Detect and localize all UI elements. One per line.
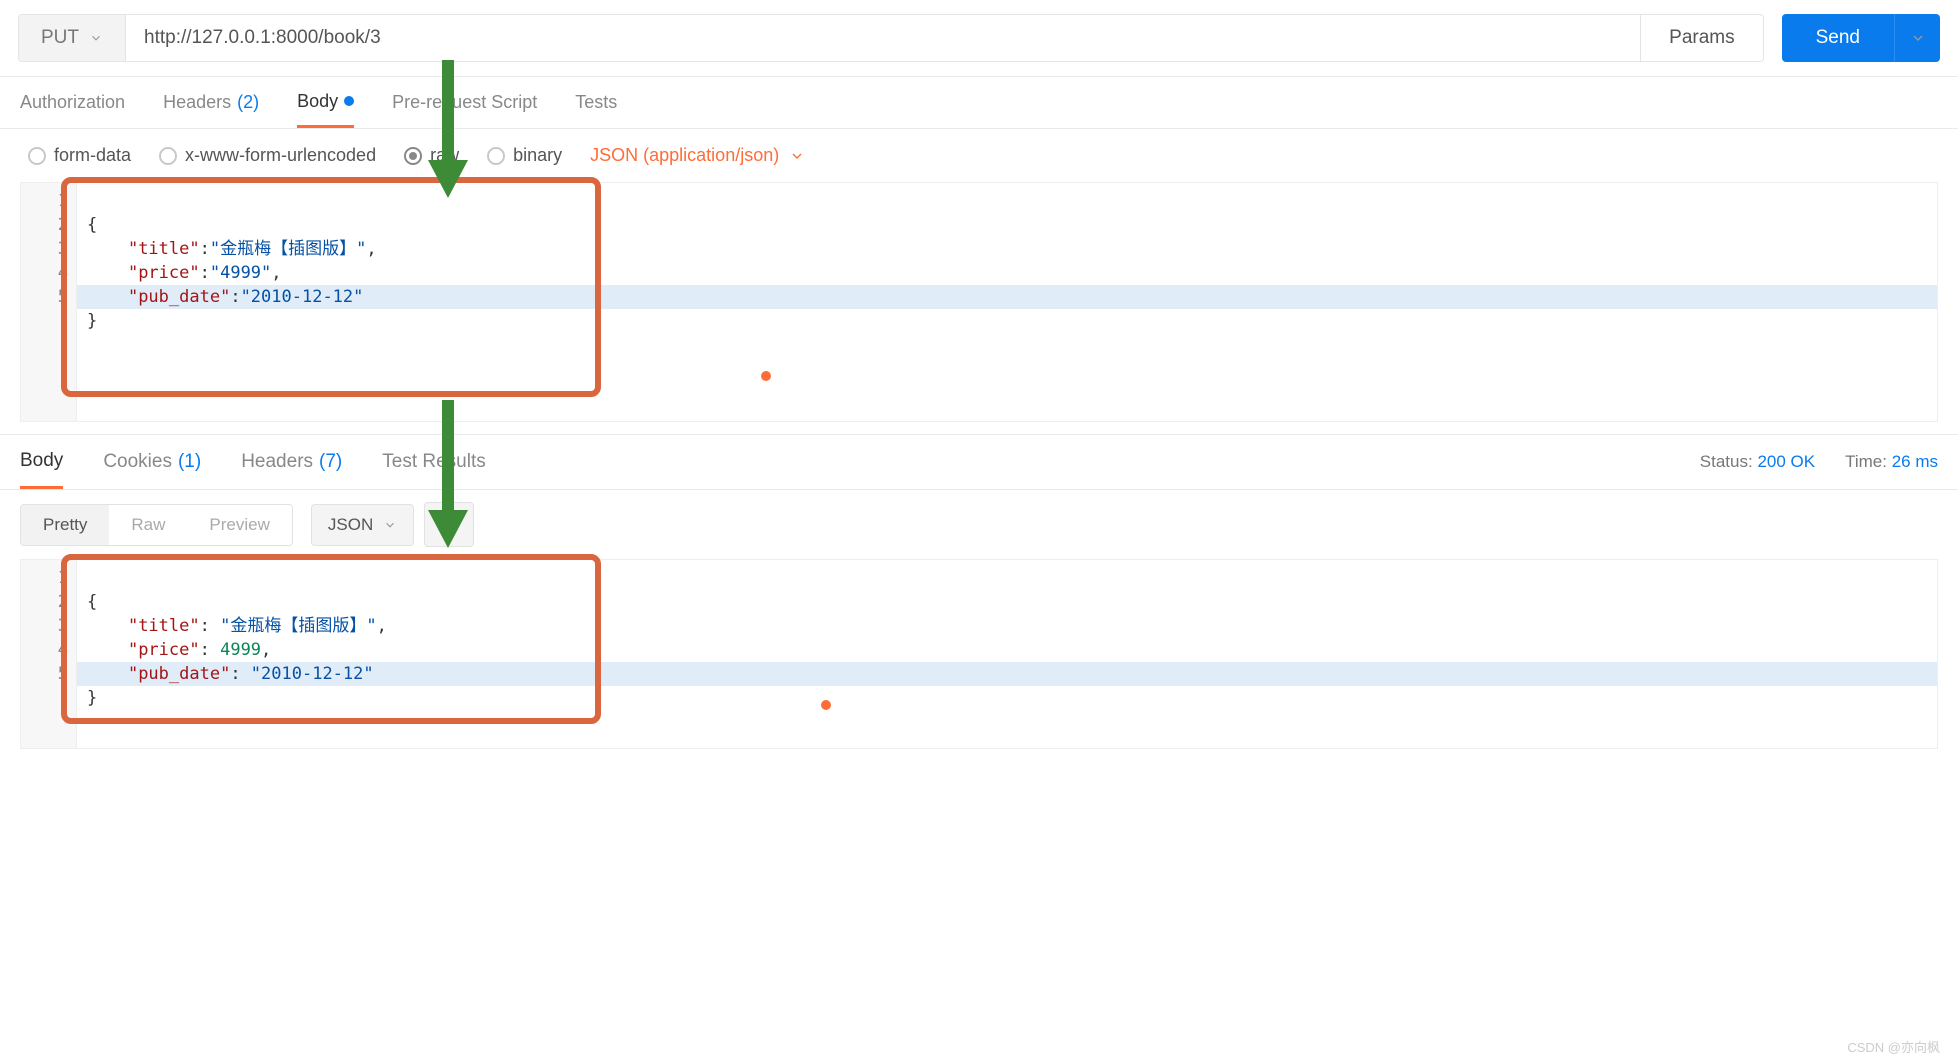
chevron-down-icon [1910, 30, 1926, 46]
tab-headers-label: Headers [163, 92, 231, 113]
radio-raw[interactable]: raw [404, 145, 459, 166]
view-raw[interactable]: Raw [109, 505, 187, 545]
radio-icon [28, 147, 46, 165]
annotation-dot-icon [761, 371, 771, 381]
send-dropdown-button[interactable] [1894, 14, 1940, 62]
radio-binary[interactable]: binary [487, 145, 562, 166]
time-value: 26 ms [1892, 452, 1938, 471]
http-method-select[interactable]: PUT [18, 14, 126, 62]
wrap-lines-button[interactable] [424, 502, 474, 547]
radio-icon [404, 147, 422, 165]
content-type-label: JSON (application/json) [590, 145, 779, 166]
response-tabs: Body Cookies (1) Headers (7) Test Result… [0, 434, 1958, 490]
wrap-icon [439, 513, 459, 531]
request-tabs: Authorization Headers (2) Body Pre-reque… [0, 77, 1958, 129]
url-input[interactable] [126, 14, 1641, 62]
status-value: 200 OK [1757, 452, 1815, 471]
content-type-select[interactable]: JSON (application/json) [590, 145, 805, 166]
radio-icon [487, 147, 505, 165]
request-body-editor[interactable]: 12345 { "title":"金瓶梅【插图版】", "price":"499… [20, 182, 1938, 422]
tab-body-label: Body [297, 91, 338, 112]
response-view-row: Pretty Raw Preview JSON [0, 490, 1958, 547]
resp-tab-cookies[interactable]: Cookies (1) [103, 435, 201, 489]
chevron-down-icon [383, 518, 397, 532]
editor-gutter: 12345 [21, 183, 77, 421]
editor-code[interactable]: { "title":"金瓶梅【插图版】", "price":"4999", "p… [77, 183, 1937, 421]
resp-tab-body[interactable]: Body [20, 435, 63, 489]
response-body-editor[interactable]: 12345 { "title": "金瓶梅【插图版】", "price": 49… [20, 559, 1938, 749]
tab-tests[interactable]: Tests [575, 77, 617, 128]
radio-urlencoded[interactable]: x-www-form-urlencoded [159, 145, 376, 166]
tab-prerequest-script[interactable]: Pre-request Script [392, 77, 537, 128]
body-type-row: form-data x-www-form-urlencoded raw bina… [0, 129, 1958, 182]
view-mode-group: Pretty Raw Preview [20, 504, 293, 546]
tab-authorization[interactable]: Authorization [20, 77, 125, 128]
params-button[interactable]: Params [1641, 14, 1763, 62]
tab-headers[interactable]: Headers (2) [163, 77, 259, 128]
resp-tab-headers[interactable]: Headers (7) [241, 435, 342, 489]
chevron-down-icon [89, 31, 103, 45]
modified-dot-icon [344, 96, 354, 106]
watermark: CSDN @亦向枫 [1847, 1037, 1940, 1056]
http-method-label: PUT [41, 27, 79, 49]
resp-tab-test-results[interactable]: Test Results [382, 435, 485, 489]
tab-headers-count: (2) [237, 92, 259, 113]
editor-code: { "title": "金瓶梅【插图版】", "price": 4999, "p… [77, 560, 1937, 748]
radio-icon [159, 147, 177, 165]
view-preview[interactable]: Preview [187, 505, 291, 545]
response-meta: Status: 200 OK Time: 26 ms [1700, 452, 1938, 472]
annotation-dot-icon [821, 700, 831, 710]
view-pretty[interactable]: Pretty [21, 505, 109, 545]
response-format-select[interactable]: JSON [311, 504, 414, 546]
chevron-down-icon [789, 148, 805, 164]
editor-gutter: 12345 [21, 560, 77, 748]
send-button[interactable]: Send [1782, 14, 1894, 62]
radio-form-data[interactable]: form-data [28, 145, 131, 166]
tab-body[interactable]: Body [297, 77, 354, 128]
